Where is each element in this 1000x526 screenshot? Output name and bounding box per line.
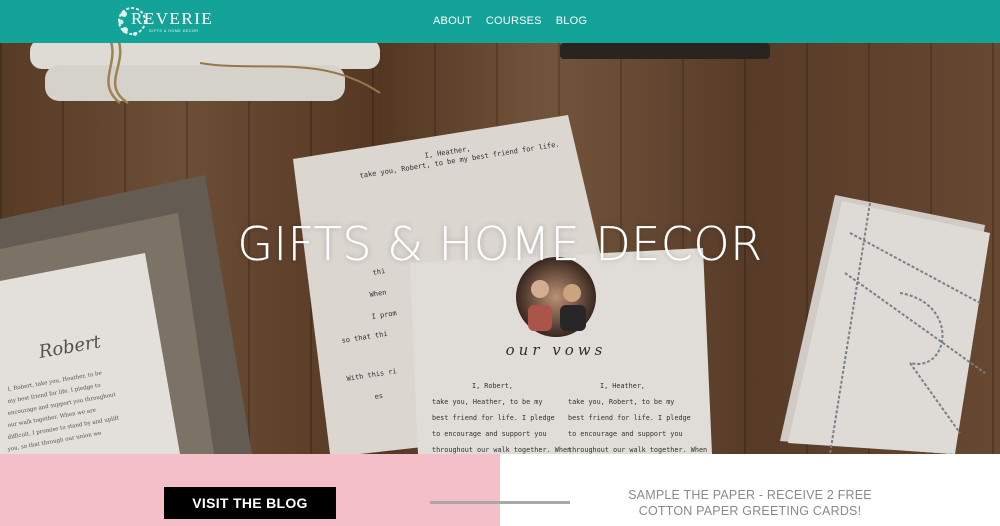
site-header: REVERIE GIFTS & HOME DECOR ABOUT COURSES…	[0, 0, 1000, 43]
divider-line	[430, 501, 500, 504]
logo-tagline: GIFTS & HOME DECOR	[149, 29, 199, 33]
promo-text[interactable]: SAMPLE THE PAPER - RECEIVE 2 FREE COTTON…	[600, 487, 900, 519]
hero-banner: Robert I, Robert, take you, Heather, to …	[0, 43, 1000, 454]
promo-line: SAMPLE THE PAPER - RECEIVE 2 FREE	[628, 488, 872, 502]
main-nav: ABOUT COURSES BLOG	[433, 15, 587, 27]
nav-courses[interactable]: COURSES	[486, 15, 542, 27]
divider-line	[500, 501, 570, 504]
nav-blog[interactable]: BLOG	[556, 15, 587, 27]
hero-title: GIFTS & HOME DECOR	[237, 217, 763, 271]
promo-line: COTTON PAPER GREETING CARDS!	[638, 504, 862, 518]
logo-name: REVERIE	[131, 9, 214, 28]
nav-about[interactable]: ABOUT	[433, 15, 472, 27]
promo-panel: SAMPLE THE PAPER - RECEIVE 2 FREE COTTON…	[500, 454, 1000, 526]
visit-blog-button[interactable]: VISIT THE BLOG	[164, 487, 336, 519]
blog-panel: VISIT THE BLOG	[0, 454, 500, 526]
site-logo[interactable]: REVERIE GIFTS & HOME DECOR	[115, 4, 215, 38]
